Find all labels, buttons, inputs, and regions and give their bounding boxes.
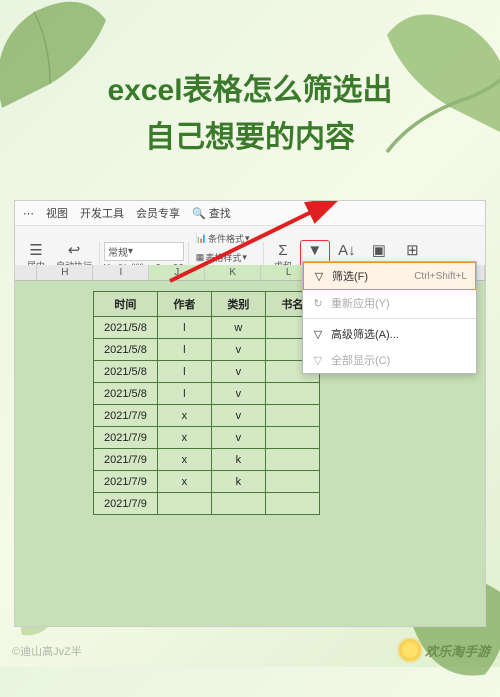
table-cell[interactable]: 2021/5/8 — [94, 317, 158, 339]
fill-icon: ▣ — [372, 243, 386, 258]
dropdown-showall: ▽ 全部显示(C) — [303, 347, 476, 373]
table-cell[interactable]: v — [211, 427, 265, 449]
select-all-corner[interactable] — [15, 265, 37, 280]
table-style-button[interactable]: ▦ 表格样式▾ — [193, 249, 259, 266]
dropdown-filter[interactable]: ▽ 筛选(F) Ctrl+Shift+L — [303, 262, 476, 290]
table-cell[interactable]: x — [157, 449, 211, 471]
header-category[interactable]: 类别 — [211, 292, 265, 317]
dropdown-reapply: ↻ 重新应用(Y) — [303, 290, 476, 316]
table-cell[interactable] — [265, 383, 319, 405]
funnel-icon: ▼ — [307, 243, 322, 258]
table-cell[interactable] — [265, 405, 319, 427]
ribbon-tabs: ⋯ 视图 开发工具 会员专享 🔍 查找 — [15, 201, 485, 226]
title-line-1: excel表格怎么筛选出 — [0, 68, 500, 115]
table-cell[interactable]: v — [211, 405, 265, 427]
header-author[interactable]: 作者 — [157, 292, 211, 317]
table-cell[interactable]: x — [157, 427, 211, 449]
number-format-combo[interactable]: 常规 ▾ — [104, 242, 184, 261]
shortcut-label: Ctrl+Shift+L — [414, 271, 467, 282]
table-row: 2021/5/8lv — [94, 383, 320, 405]
search-label: 查找 — [209, 205, 231, 221]
tab-vip[interactable]: 会员专享 — [136, 205, 180, 221]
table-cell[interactable]: l — [157, 339, 211, 361]
showall-icon: ▽ — [311, 354, 325, 367]
table-row: 2021/5/8lw — [94, 317, 320, 339]
table-cell[interactable]: v — [211, 339, 265, 361]
table-cell[interactable]: 2021/7/9 — [94, 471, 158, 493]
separator — [303, 318, 476, 319]
table-cell[interactable]: x — [157, 405, 211, 427]
table-row: 2021/7/9 — [94, 493, 320, 515]
table-cell[interactable]: 2021/7/9 — [94, 405, 158, 427]
funnel-icon: ▽ — [312, 270, 326, 283]
watermark-right: 欢乐淘手游 — [399, 639, 490, 661]
table-cell[interactable]: l — [157, 383, 211, 405]
table-cell[interactable]: x — [157, 471, 211, 493]
col-header[interactable]: I — [93, 265, 149, 280]
cell-icon: ⊞ — [406, 243, 419, 258]
search-box[interactable]: 🔍 查找 — [192, 205, 231, 221]
sum-icon: Σ — [278, 243, 287, 258]
watermark-left: ©迪山高JvZ半 — [12, 643, 82, 659]
sort-icon: A↓ — [338, 243, 356, 258]
reapply-icon: ↻ — [311, 297, 325, 310]
tab-view[interactable]: 视图 — [46, 205, 68, 221]
col-header[interactable]: K — [205, 265, 261, 280]
table-cell[interactable]: 2021/7/9 — [94, 449, 158, 471]
dropdown-advanced[interactable]: ▽ 高级筛选(A)... — [303, 321, 476, 347]
wrap-icon: ↩ — [68, 243, 81, 258]
table-cell[interactable]: w — [211, 317, 265, 339]
excel-window: ⋯ 视图 开发工具 会员专享 🔍 查找 ☰ 居中 ↩ 自动执行 常规 ▾ ¥▾ … — [14, 200, 486, 627]
tab-dev[interactable]: 开发工具 — [80, 205, 124, 221]
search-icon: 🔍 — [192, 207, 206, 220]
table-row: 2021/5/8lv — [94, 361, 320, 383]
table-cell[interactable]: 2021/7/9 — [94, 427, 158, 449]
table-row: 2021/5/8lv — [94, 339, 320, 361]
title-line-2: 自己想要的内容 — [0, 115, 500, 162]
table-cell[interactable]: 2021/5/8 — [94, 383, 158, 405]
table-cell[interactable] — [265, 427, 319, 449]
table-cell[interactable]: l — [157, 361, 211, 383]
table-cell[interactable] — [211, 493, 265, 515]
sun-icon — [399, 639, 421, 661]
filter-dropdown: ▽ 筛选(F) Ctrl+Shift+L ↻ 重新应用(Y) ▽ 高级筛选(A)… — [302, 261, 477, 374]
table-cell[interactable]: 2021/7/9 — [94, 493, 158, 515]
table-cell[interactable]: k — [211, 471, 265, 493]
table-row: 2021/7/9xk — [94, 471, 320, 493]
table-cell[interactable] — [265, 471, 319, 493]
table-cell[interactable]: v — [211, 383, 265, 405]
header-time[interactable]: 时间 — [94, 292, 158, 317]
advanced-filter-icon: ▽ — [311, 328, 325, 341]
cond-format-button[interactable]: 📊 条件格式▾ — [193, 230, 259, 247]
col-header[interactable]: H — [37, 265, 93, 280]
table-row: 2021/7/9xv — [94, 405, 320, 427]
table-cell[interactable]: v — [211, 361, 265, 383]
data-table: 时间 作者 类别 书名 2021/5/8lw2021/5/8lv2021/5/8… — [93, 291, 320, 515]
table-row: 2021/7/9xk — [94, 449, 320, 471]
table-cell[interactable] — [265, 493, 319, 515]
table-cell[interactable] — [157, 493, 211, 515]
ellipsis-icon: ⋯ — [23, 207, 34, 220]
table-cell[interactable]: k — [211, 449, 265, 471]
page-title: excel表格怎么筛选出 自己想要的内容 — [0, 68, 500, 161]
table-cell[interactable]: l — [157, 317, 211, 339]
col-header[interactable]: J — [149, 265, 205, 280]
table-cell[interactable]: 2021/5/8 — [94, 361, 158, 383]
table-row: 2021/7/9xv — [94, 427, 320, 449]
table-header-row: 时间 作者 类别 书名 — [94, 292, 320, 317]
table-cell[interactable] — [265, 449, 319, 471]
table-cell[interactable]: 2021/5/8 — [94, 339, 158, 361]
align-icon: ☰ — [29, 243, 42, 258]
